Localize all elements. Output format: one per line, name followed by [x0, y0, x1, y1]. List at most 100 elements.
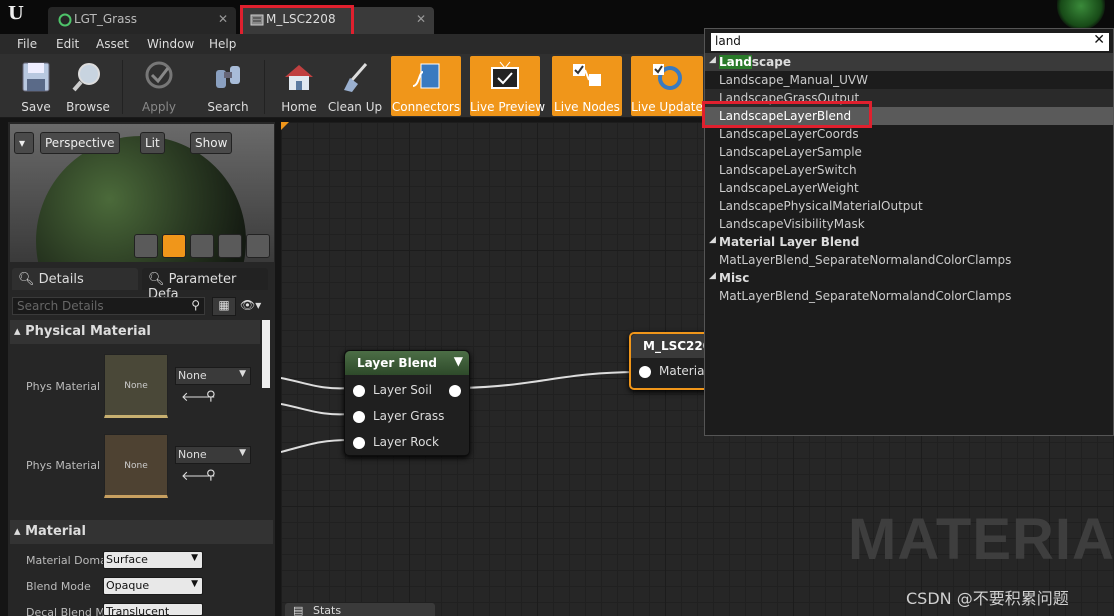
browse-search-icon[interactable]: ⚲: [206, 468, 216, 483]
apply-button[interactable]: Apply: [124, 56, 194, 116]
sphere-preview-button[interactable]: [162, 234, 186, 258]
category-material-layer-blend[interactable]: ◢ Material Layer Blend: [705, 233, 1113, 251]
menu-file[interactable]: File: [17, 37, 37, 51]
input-pin-icon[interactable]: [353, 437, 365, 449]
tab-details[interactable]: 🔍︎ Details: [12, 268, 138, 290]
node-search-input[interactable]: land ✕: [711, 32, 1109, 51]
wire: [281, 377, 352, 390]
list-item[interactable]: MatLayerBlend_SeparateNormalandColorClam…: [705, 251, 1113, 269]
search-button[interactable]: Search: [193, 56, 263, 116]
decal-blend-dropdown[interactable]: Translucent: [103, 603, 203, 616]
connectors-icon: [412, 63, 440, 89]
material-icon: [250, 14, 264, 26]
live-nodes-button[interactable]: Live Nodes: [552, 56, 622, 116]
pin-label: Layer Rock: [373, 435, 439, 449]
phys-material-dropdown[interactable]: None ▼: [175, 367, 251, 385]
list-item[interactable]: MatLayerBlend_SeparateNormalandColorClam…: [705, 287, 1113, 305]
close-icon[interactable]: ✕: [218, 12, 228, 26]
chevron-down-icon: ▼: [239, 448, 246, 458]
output-pin-icon[interactable]: [449, 385, 461, 397]
unreal-logo-icon: U: [8, 3, 24, 24]
menu-help[interactable]: Help: [209, 37, 236, 51]
list-item[interactable]: LandscapeLayerWeight: [705, 179, 1113, 197]
material-domain-dropdown[interactable]: Surface ▼: [103, 551, 203, 569]
search-details-input[interactable]: Search Details ⚲: [12, 297, 205, 315]
material-instance-icon: [58, 13, 72, 27]
input-pin-icon[interactable]: [353, 385, 365, 397]
collapse-arrow-icon: ◢: [709, 55, 716, 65]
plane-preview-button[interactable]: [190, 234, 214, 258]
tab-label: LGT_Grass: [74, 12, 137, 26]
list-item[interactable]: LandscapePhysicalMaterialOutput: [705, 197, 1113, 215]
close-icon[interactable]: ✕: [416, 12, 426, 26]
clean-up-button[interactable]: Clean Up: [320, 56, 390, 116]
browse-search-icon[interactable]: ⚲: [206, 389, 216, 404]
tab-stats[interactable]: ▤ Stats: [285, 603, 435, 616]
tab-m-lsc2208[interactable]: M_LSC2208 ✕: [240, 7, 434, 34]
thumbnail-label: None: [124, 461, 148, 471]
input-pin-icon[interactable]: [353, 411, 365, 423]
chevron-down-icon: ▼: [191, 553, 198, 563]
dropdown-value: None: [178, 448, 207, 461]
pin-layer-grass[interactable]: Layer Grass: [345, 409, 444, 423]
lit-button[interactable]: Lit: [140, 132, 165, 154]
list-item-selected[interactable]: LandscapeLayerBlend: [705, 107, 1113, 125]
list-item[interactable]: LandscapeLayerCoords: [705, 125, 1113, 143]
wire: [281, 439, 352, 453]
show-button[interactable]: Show: [190, 132, 233, 154]
category-landscape[interactable]: ◢ Landscape: [705, 53, 1113, 71]
editor-window: U LGT_Grass ✕ M_LSC2208 ✕ File Edit Asse…: [0, 0, 1114, 616]
eye-icon[interactable]: 👁▾: [240, 298, 261, 312]
list-item[interactable]: Landscape_Manual_UVW: [705, 71, 1113, 89]
perspective-button[interactable]: Perspective: [40, 132, 120, 154]
menu-window[interactable]: Window: [147, 37, 194, 51]
chevron-down-icon[interactable]: ▼: [454, 354, 463, 368]
blend-mode-label: Blend Mode: [26, 580, 91, 593]
pin-material-attributes[interactable]: Materia: [631, 364, 704, 378]
list-item[interactable]: LandscapeVisibilityMask: [705, 215, 1113, 233]
custom-mesh-preview-button[interactable]: [246, 234, 270, 258]
source-control-icon[interactable]: [1057, 0, 1105, 30]
blend-mode-dropdown[interactable]: Opaque ▼: [103, 577, 203, 595]
pin-layer-soil[interactable]: Layer Soil: [345, 383, 432, 397]
menu-edit[interactable]: Edit: [56, 37, 79, 51]
viewport-options-button[interactable]: ▾: [14, 132, 34, 154]
category-misc[interactable]: ◢ Misc: [705, 269, 1113, 287]
scrollbar-thumb[interactable]: [262, 320, 270, 388]
layer-blend-node[interactable]: Layer Blend ▼ Layer Soil Layer Grass Laye…: [344, 350, 470, 456]
category-physical-material[interactable]: ▴ Physical Material: [10, 320, 260, 344]
live-preview-button[interactable]: Live Preview: [470, 56, 545, 116]
list-item[interactable]: LandscapeGrassOutput: [705, 89, 1113, 107]
category-material[interactable]: ▴ Material: [10, 520, 273, 544]
list-item[interactable]: LandscapeLayerSwitch: [705, 161, 1113, 179]
cylinder-preview-button[interactable]: [134, 234, 158, 258]
tv-icon: [491, 61, 519, 89]
connectors-button[interactable]: Connectors: [391, 56, 461, 116]
phys-material-dropdown[interactable]: None ▼: [175, 446, 251, 464]
category-label: Material Layer Blend: [719, 235, 860, 249]
tab-parameter-defaults[interactable]: 🔍︎ Parameter Defa: [142, 268, 268, 302]
menu-asset[interactable]: Asset: [96, 37, 129, 51]
browse-button[interactable]: Browse: [53, 56, 123, 116]
stats-icon: ▤: [293, 604, 304, 616]
perspective-label: Perspective: [45, 136, 115, 150]
tab-lgt-grass[interactable]: LGT_Grass ✕: [48, 7, 236, 34]
category-label: Material: [25, 524, 86, 539]
grid-view-icon[interactable]: ▦: [212, 297, 236, 316]
phys-material-thumbnail[interactable]: None: [104, 354, 168, 418]
input-pin-icon[interactable]: [639, 366, 651, 378]
refresh-icon: [653, 64, 682, 90]
credit-text: CSDN @不要积累问题: [906, 589, 1069, 608]
cube-preview-button[interactable]: [218, 234, 242, 258]
clear-search-icon[interactable]: ✕: [1093, 32, 1105, 48]
preview-viewport[interactable]: ▾ Perspective Lit Show: [10, 124, 274, 262]
list-item[interactable]: LandscapeLayerSample: [705, 143, 1113, 161]
pin-layer-rock[interactable]: Layer Rock: [345, 435, 439, 449]
phys-material-thumbnail[interactable]: None: [104, 434, 168, 498]
phys-material-label: Phys Material: [26, 380, 101, 393]
collapse-arrow-icon: ◢: [709, 235, 716, 245]
category-label: Misc: [719, 271, 750, 285]
live-update-button[interactable]: Live Update: [631, 56, 703, 116]
chevron-down-icon: ▼: [191, 579, 198, 589]
details-tab-label: Details: [38, 272, 84, 287]
